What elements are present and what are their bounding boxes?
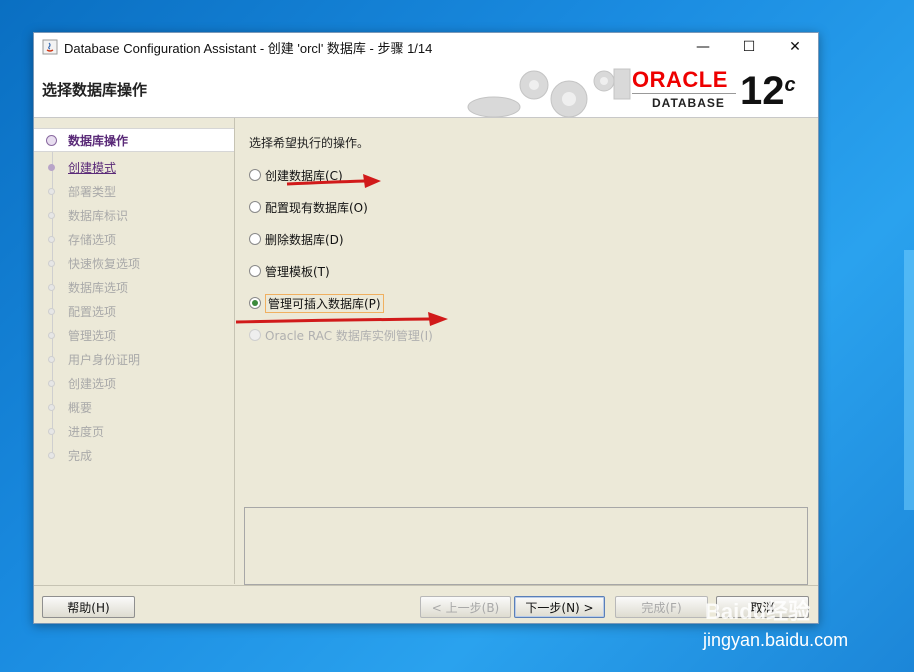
nav-step-progress: 进度页 [34,420,234,442]
red-arrow-icon [286,174,381,188]
step-dot-icon [48,211,55,219]
nav-step-storage: 存储选项 [34,228,234,250]
button-bar: 帮助(H) < 上一步(B) 下一步(N) > 完成(F) 取消 [34,585,818,624]
nav-step-database-options: 数据库选项 [34,276,234,298]
version-badge: 12c [740,69,796,113]
version-suffix: c [784,74,796,96]
nav-step-label: 存储选项 [68,232,117,247]
step-dot-icon [48,379,55,387]
oracle-logo: ORACLE DATABASE [632,69,736,110]
gears-decoration-icon [467,68,631,117]
step-dot-icon [48,283,55,291]
step-dot-icon [48,163,55,171]
nav-step-label: 完成 [68,448,93,463]
page-title: 选择数据库操作 [42,81,148,99]
nav-step-label: 数据库选项 [68,280,129,295]
back-button: < 上一步(B) [420,596,511,618]
nav-step-summary: 概要 [34,396,234,418]
step-navigation: 数据库操作 创建模式 部署类型 数据库标识 存储选项 快速恢复选项 数据库选项 [34,118,235,584]
step-dot-icon [48,307,55,315]
step-dot-icon [48,355,55,363]
option-label[interactable]: 管理模板(T) [265,263,330,280]
nav-step-creation-options: 创建选项 [34,372,234,394]
help-button[interactable]: 帮助(H) [42,596,135,618]
step-dot-icon [48,331,55,339]
radio-configure-existing-database[interactable]: 配置现有数据库(O) [249,197,368,217]
window-title: Database Configuration Assistant - 创建 'o… [64,40,433,56]
nav-step-label: 用户身份证明 [68,352,141,367]
oracle-brand: ORACLE [632,67,728,92]
radio-button-icon[interactable] [249,265,261,277]
header-banner: 选择数据库操作 ORACLE DATABASE 12c [34,61,818,118]
step-dot-icon [48,259,55,267]
radio-button-icon[interactable] [249,201,261,213]
nav-step-label: 快速恢复选项 [68,256,141,271]
version-number: 12 [740,69,785,113]
nav-step-config-options: 配置选项 [34,300,234,322]
nav-step-label: 数据库标识 [68,208,129,223]
nav-step-label: 进度页 [68,424,105,439]
step-dot-icon [48,235,55,243]
nav-step-label: 管理选项 [68,328,117,343]
nav-step-fast-recovery: 快速恢复选项 [34,252,234,274]
nav-step-label: 配置选项 [68,304,117,319]
option-label[interactable]: 删除数据库(D) [265,231,344,248]
nav-step-database-operation[interactable]: 数据库操作 [34,128,234,152]
radio-delete-database[interactable]: 删除数据库(D) [249,229,344,249]
step-dot-icon [48,187,55,195]
desktop-background [904,250,914,510]
nav-step-label: 部署类型 [68,184,117,199]
nav-step-creation-mode[interactable]: 创建模式 [34,156,234,178]
step-dot-icon [48,427,55,435]
oracle-database-label: DATABASE [652,96,725,110]
red-arrow-icon [235,312,448,326]
radio-button-icon[interactable] [249,169,261,181]
nav-step-label: 概要 [68,400,93,415]
java-app-icon [42,39,58,55]
description-panel [244,507,808,585]
nav-step-label: 创建选项 [68,376,117,391]
next-button[interactable]: 下一步(N) > [514,596,605,618]
nav-step-user-credentials: 用户身份证明 [34,348,234,370]
nav-step-deployment-type: 部署类型 [34,180,234,202]
nav-step-label: 创建模式 [68,160,117,175]
nav-step-management-options: 管理选项 [34,324,234,346]
nav-step-database-id: 数据库标识 [34,204,234,226]
title-bar[interactable]: Database Configuration Assistant - 创建 'o… [34,33,818,61]
radio-manage-templates[interactable]: 管理模板(T) [249,261,330,281]
baidu-watermark-url: jingyan.baidu.com [703,630,849,650]
instruction-text: 选择希望执行的操作。 [249,136,370,150]
radio-button-icon[interactable] [249,233,261,245]
baidu-watermark: Baidu经验 [705,599,811,624]
step-current-icon [46,134,57,146]
step-dot-icon [48,451,55,459]
nav-step-finish: 完成 [34,444,234,466]
step-dot-icon [48,403,55,411]
nav-step-label: 数据库操作 [68,133,129,148]
close-button[interactable]: ✕ [772,33,818,61]
option-label[interactable]: 配置现有数据库(O) [265,199,368,216]
finish-button: 完成(F) [615,596,708,618]
maximize-button[interactable]: ☐ [726,33,772,61]
minimize-button[interactable]: — [680,33,726,61]
